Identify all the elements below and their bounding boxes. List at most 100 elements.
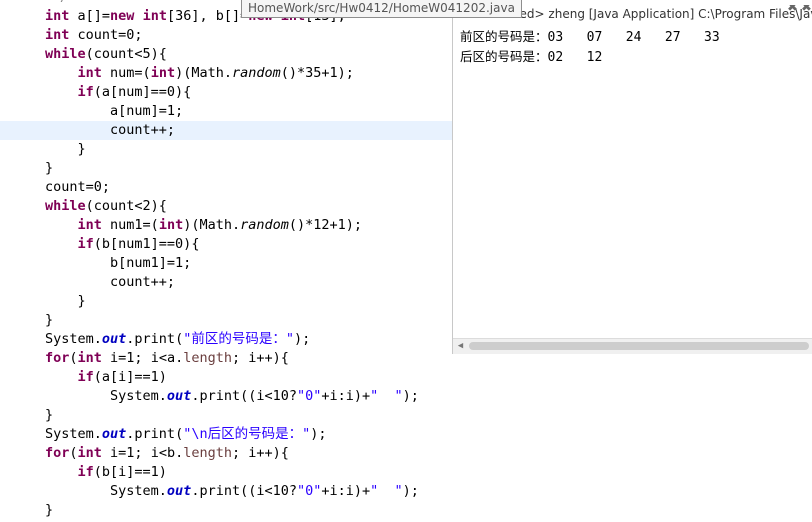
code-line[interactable]: } (0, 406, 452, 425)
code-token: ); (402, 483, 419, 499)
code-token: int (158, 217, 184, 233)
editor-tab-tooltip: HomeWork/src/Hw0412/HomeW041202.java (241, 0, 522, 18)
code-token: a[num]=1; (45, 103, 184, 119)
remove-launch-icon[interactable]: ✖ (801, 5, 812, 17)
code-text: System.out.print((i<10?"0"+i:i)+" "); (45, 387, 419, 406)
code-token: ( (69, 445, 78, 461)
code-token: length (183, 445, 232, 461)
code-line[interactable]: if(a[num]==0){ (0, 83, 452, 102)
scrollbar-thumb[interactable] (469, 342, 809, 350)
console-view[interactable]: <terminated> zheng [Java Application] C:… (452, 0, 812, 354)
code-token: if (77, 236, 94, 252)
empty-panel-area (452, 354, 812, 522)
code-token: ); (402, 388, 419, 404)
code-line[interactable]: int count=0; (0, 26, 452, 45)
code-text: if(b[num1]==0){ (45, 235, 200, 254)
code-text: System.out.print("前区的号码是："); (45, 330, 310, 349)
code-token: )(Math. (183, 217, 241, 233)
code-text: b[num1]=1; (45, 254, 191, 273)
code-line[interactable]: } (0, 159, 452, 178)
code-token: int (77, 350, 102, 366)
code-editor[interactable]: / int a[]=new int[36], b[]=new int[13];i… (0, 0, 452, 522)
code-token: while (45, 46, 86, 62)
code-line[interactable]: System.out.print((i<10?"0"+i:i)+" "); (0, 482, 452, 501)
code-text: int num=(int)(Math.random()*35+1); (45, 64, 354, 83)
code-token: ); (293, 331, 311, 347)
code-token: if (77, 84, 94, 100)
code-line[interactable]: b[num1]=1; (0, 254, 452, 273)
code-line[interactable]: if(b[num1]==0){ (0, 235, 452, 254)
code-line[interactable]: a[num]=1; (0, 102, 452, 121)
code-token: } (45, 502, 54, 518)
code-token: int (77, 217, 102, 233)
code-line[interactable]: if(b[i]==1) (0, 463, 452, 482)
code-line[interactable]: for(int i=1; i<a.length; i++){ (0, 349, 452, 368)
code-text: } (45, 292, 86, 311)
code-token: int (142, 8, 167, 24)
terminate-icon[interactable]: ✖ (787, 5, 798, 17)
code-token: length (183, 350, 232, 366)
code-line[interactable]: } (0, 311, 452, 330)
code-line[interactable]: System.out.print("\n后区的号码是："); (0, 425, 452, 444)
code-token: int (77, 445, 102, 461)
code-token: [36], b[]= (166, 8, 249, 24)
code-token: System. (45, 483, 167, 499)
code-line[interactable]: if(a[i]==1) (0, 368, 452, 387)
scroll-left-icon[interactable]: ◀ (455, 340, 466, 352)
code-line[interactable]: } (0, 292, 452, 311)
console-line-front: 前区的号码是：03 07 24 27 33 (460, 29, 720, 45)
code-token: int (77, 65, 102, 81)
code-token: b[num1]=1; (45, 255, 192, 271)
code-token: ()*35+1); (280, 65, 354, 81)
code-line[interactable]: count++; (0, 121, 452, 140)
code-token: .print( (126, 426, 184, 442)
code-text: if(a[i]==1) (45, 368, 167, 387)
code-line[interactable]: } (0, 140, 452, 159)
code-token: out (101, 331, 127, 347)
code-token: num1=( (101, 217, 159, 233)
code-text: System.out.print("\n后区的号码是："); (45, 425, 326, 444)
code-token: (b[num1]==0){ (93, 236, 200, 252)
code-token: ( (69, 350, 78, 366)
code-token: "0" (296, 483, 322, 499)
code-line[interactable]: while(count<2){ (0, 197, 452, 216)
console-horizontal-scrollbar[interactable]: ◀ (453, 338, 812, 354)
code-line[interactable]: int num=(int)(Math.random()*35+1); (0, 64, 452, 83)
code-token: a[]= (69, 8, 111, 24)
code-token: .print((i<10? (191, 483, 297, 499)
code-token: .print((i<10? (191, 388, 297, 404)
code-line[interactable]: while(count<5){ (0, 45, 452, 64)
code-token: int (150, 65, 176, 81)
code-token: " " (370, 483, 403, 499)
code-line[interactable]: } (0, 501, 452, 520)
code-token: System. (45, 331, 102, 347)
code-token: } (45, 141, 86, 157)
code-text: while(count<5){ (45, 45, 167, 64)
code-line[interactable]: for(int i=1; i<b.length; i++){ (0, 444, 452, 463)
code-line[interactable]: count++; (0, 273, 452, 292)
code-token: for (45, 445, 70, 461)
code-text: } (45, 406, 53, 425)
console-toolbar: ✖ ✖ (783, 5, 812, 15)
code-text: if(b[i]==1) (45, 463, 167, 482)
code-token: } (45, 160, 54, 176)
code-text: count++; (45, 273, 175, 292)
code-token: count++; (45, 274, 176, 290)
code-text: } (45, 159, 53, 178)
code-token: (count<5){ (85, 46, 167, 62)
console-line-back: 后区的号码是：02 12 (460, 49, 603, 65)
code-line[interactable]: int num1=(int)(Math.random()*12+1); (0, 216, 452, 235)
code-line[interactable]: System.out.print("前区的号码是："); (0, 330, 452, 349)
code-text: } (45, 311, 53, 330)
code-line[interactable]: count=0; (0, 178, 452, 197)
code-token: (a[num]==0){ (93, 84, 192, 100)
code-token: .print( (126, 331, 184, 347)
code-token: if (77, 369, 94, 385)
code-line[interactable]: System.out.print((i<10?"0"+i:i)+" "); (0, 387, 452, 406)
code-token: +i:i)+ (321, 388, 371, 404)
code-token: random (231, 65, 281, 81)
